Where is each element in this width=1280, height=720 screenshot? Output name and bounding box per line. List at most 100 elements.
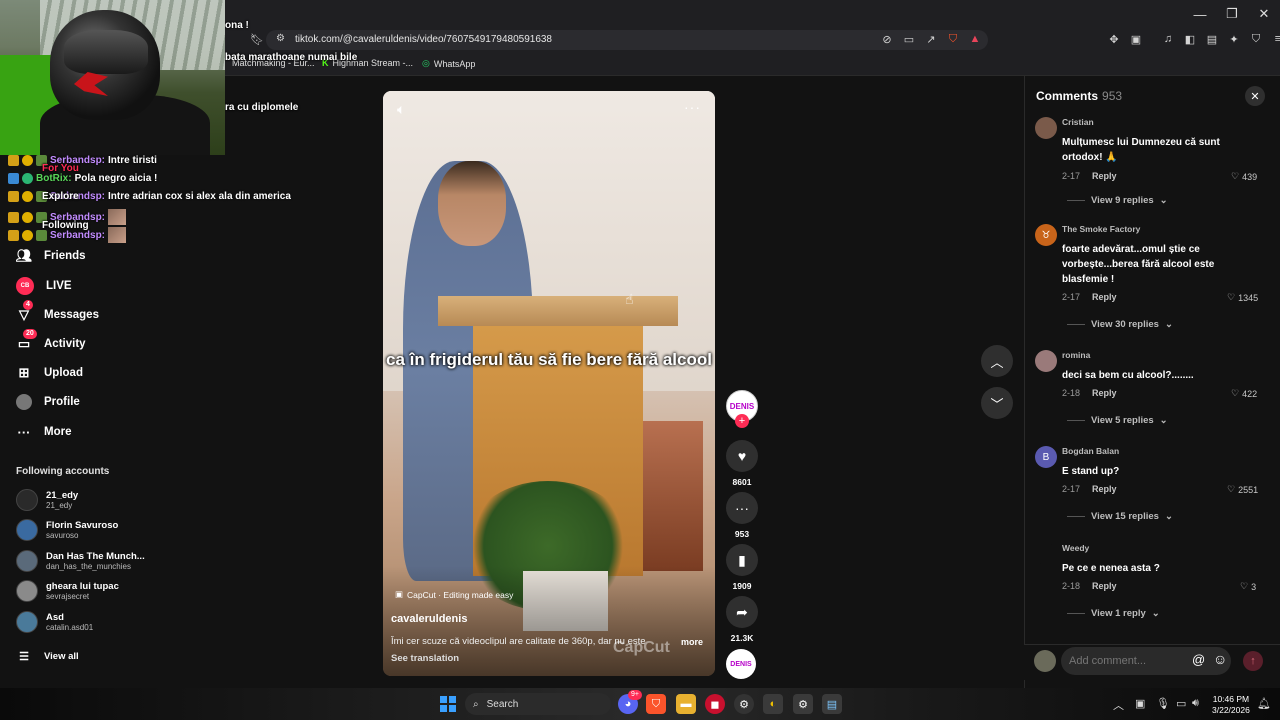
url-text[interactable]: tiktok.com/@cavaleruldenis/video/7607549…: [295, 34, 552, 45]
app-icon-red[interactable]: ◼: [705, 694, 725, 714]
brave-rewards-icon[interactable]: ▲: [968, 32, 982, 46]
media-icon[interactable]: ♫: [1161, 32, 1175, 46]
brave-browser-icon[interactable]: ⛉: [646, 694, 666, 714]
tray-chevron-up-icon[interactable]: ︿: [1113, 697, 1124, 713]
comment-like[interactable]: ♡ 1345: [1227, 292, 1258, 303]
avatar[interactable]: [1035, 543, 1057, 565]
more-options-icon[interactable]: ···: [684, 99, 701, 115]
account-item[interactable]: Dan Has The Munch... dan_has_the_munchies: [16, 550, 145, 572]
reply-button[interactable]: Reply: [1092, 171, 1117, 181]
steam-icon[interactable]: ⚙: [734, 694, 754, 714]
notepad-icon[interactable]: ▤: [822, 694, 842, 714]
site-settings-icon[interactable]: ⚙: [276, 33, 285, 44]
settings-icon[interactable]: ⚙: [793, 694, 813, 714]
comment-username[interactable]: romina: [1062, 350, 1090, 360]
menu-icon[interactable]: ≡: [1271, 32, 1280, 46]
avatar[interactable]: B: [1035, 446, 1057, 468]
reply-button[interactable]: Reply: [1092, 292, 1117, 302]
cast-icon[interactable]: ▭: [902, 32, 916, 46]
comment-username[interactable]: Cristian: [1062, 117, 1094, 127]
save-action[interactable]: ▮ 1909: [724, 544, 760, 591]
notifications-bell-icon[interactable]: 🔔︎: [1257, 697, 1271, 710]
leo-ai-icon[interactable]: ✦: [1227, 32, 1241, 46]
bookmark-icon[interactable]: ▮: [726, 544, 758, 576]
mention-icon[interactable]: @: [1192, 652, 1205, 667]
reply-button[interactable]: Reply: [1092, 581, 1117, 591]
reply-button[interactable]: Reply: [1092, 484, 1117, 494]
nav-friends[interactable]: 👥︎ Friends: [16, 248, 86, 264]
windows-start-icon[interactable]: [440, 696, 456, 712]
volume-icon[interactable]: 🔊︎: [1192, 697, 1199, 710]
account-item[interactable]: 21_edy 21_edy: [16, 489, 78, 511]
video-author[interactable]: cavaleruldenis: [391, 613, 467, 625]
network-icon[interactable]: ▭: [1176, 697, 1186, 710]
comment-action[interactable]: ··· 953: [724, 492, 760, 539]
nav-activity[interactable]: ▭ 20 Activity: [16, 329, 86, 352]
comment-like[interactable]: ♡ 422: [1231, 388, 1257, 399]
no-tracking-icon[interactable]: ⊘: [880, 32, 894, 46]
file-explorer-icon[interactable]: ▬: [676, 694, 696, 714]
comment-icon[interactable]: ···: [726, 492, 758, 524]
maximize-button[interactable]: ❐: [1216, 0, 1248, 28]
comment-like[interactable]: ♡ 2551: [1227, 484, 1258, 495]
bookmark-icon[interactable]: 🔖︎: [250, 33, 264, 46]
nav-live[interactable]: CB LIVE: [16, 277, 72, 295]
account-item[interactable]: Florin Savuroso savuroso: [16, 519, 118, 541]
minimize-button[interactable]: —: [1184, 0, 1216, 28]
music-disc-avatar[interactable]: DENIS: [726, 649, 756, 679]
comment-like[interactable]: ♡ 3: [1240, 581, 1256, 592]
wallet-icon[interactable]: ▤: [1205, 32, 1219, 46]
account-item[interactable]: Asd catalin.asd01: [16, 611, 93, 633]
send-comment-button[interactable]: ↑: [1243, 651, 1263, 671]
follow-plus-icon[interactable]: +: [735, 414, 749, 428]
description-more-link[interactable]: more: [681, 637, 703, 647]
like-action[interactable]: ♥ 8601: [724, 440, 760, 487]
bookmark-whatsapp[interactable]: ◎ WhatsApp: [422, 58, 475, 69]
nav-upload[interactable]: ⊞ Upload: [16, 365, 83, 381]
nav-more[interactable]: ··· More: [16, 424, 72, 440]
tray-app-icon[interactable]: ▣: [1135, 697, 1145, 710]
emoji-icon[interactable]: ☺: [1213, 651, 1227, 667]
view-replies-button[interactable]: View 5 replies ⌄: [1067, 415, 1168, 426]
taskbar-search[interactable]: ⌕ Search: [465, 693, 611, 715]
brave-shield-icon[interactable]: ⛉: [946, 32, 960, 46]
close-window-button[interactable]: ✕: [1248, 0, 1280, 28]
view-all-accounts[interactable]: ☰ View all: [16, 648, 79, 664]
video-player[interactable]: 🔈︎ ··· ca în frigiderul tău să fie bere …: [383, 91, 715, 676]
microphone-icon[interactable]: 🎙︎: [1156, 697, 1170, 710]
comment-username[interactable]: Bogdan Balan: [1062, 446, 1119, 456]
reply-button[interactable]: Reply: [1092, 388, 1117, 398]
share-action[interactable]: ➦ 21.3K: [724, 596, 760, 643]
view-replies-button[interactable]: View 15 replies ⌄: [1067, 511, 1173, 522]
comment-input[interactable]: [1061, 647, 1231, 675]
app-icon-yellow[interactable]: ◐: [763, 694, 783, 714]
view-replies-button[interactable]: View 30 replies ⌄: [1067, 319, 1173, 330]
capcut-tag[interactable]: ▣ CapCut · Editing made easy: [395, 589, 513, 600]
avatar[interactable]: [1035, 117, 1057, 139]
account-item[interactable]: gheara lui tupac sevrajsecret: [16, 580, 119, 602]
previous-video-button[interactable]: ︿: [981, 345, 1013, 377]
nav-messages[interactable]: ▽ 4 Messages: [16, 300, 99, 323]
comment-username[interactable]: The Smoke Factory: [1062, 224, 1140, 234]
close-comments-button[interactable]: ✕: [1245, 86, 1265, 106]
next-video-button[interactable]: ﹀: [981, 387, 1013, 419]
vpn-icon[interactable]: ⛉: [1249, 32, 1263, 46]
view-replies-button[interactable]: View 9 replies ⌄: [1067, 195, 1168, 206]
extensions-icon[interactable]: ✥: [1107, 32, 1121, 46]
volume-icon[interactable]: 🔈︎: [397, 101, 405, 118]
discord-icon[interactable]: ◕ 9+: [618, 690, 642, 714]
comment-like[interactable]: ♡ 439: [1231, 171, 1257, 182]
share-icon[interactable]: ➦: [726, 596, 758, 628]
view-replies-button[interactable]: View 1 reply ⌄: [1067, 608, 1160, 619]
nav-explore[interactable]: Explore: [42, 191, 79, 202]
see-translation-link[interactable]: See translation: [391, 653, 459, 664]
heart-icon[interactable]: ♥: [726, 440, 758, 472]
avatar[interactable]: ♉︎: [1035, 224, 1057, 246]
sidebar-icon[interactable]: ◧: [1183, 32, 1197, 46]
share-icon[interactable]: ↗: [924, 32, 938, 46]
tab-search-icon[interactable]: ▣: [1129, 32, 1143, 46]
taskbar-clock[interactable]: 10:46 PM 3/22/2026: [1212, 694, 1250, 716]
avatar[interactable]: [1035, 350, 1057, 372]
nav-profile[interactable]: Profile: [16, 394, 80, 410]
comment-username[interactable]: Weedy: [1062, 543, 1089, 553]
